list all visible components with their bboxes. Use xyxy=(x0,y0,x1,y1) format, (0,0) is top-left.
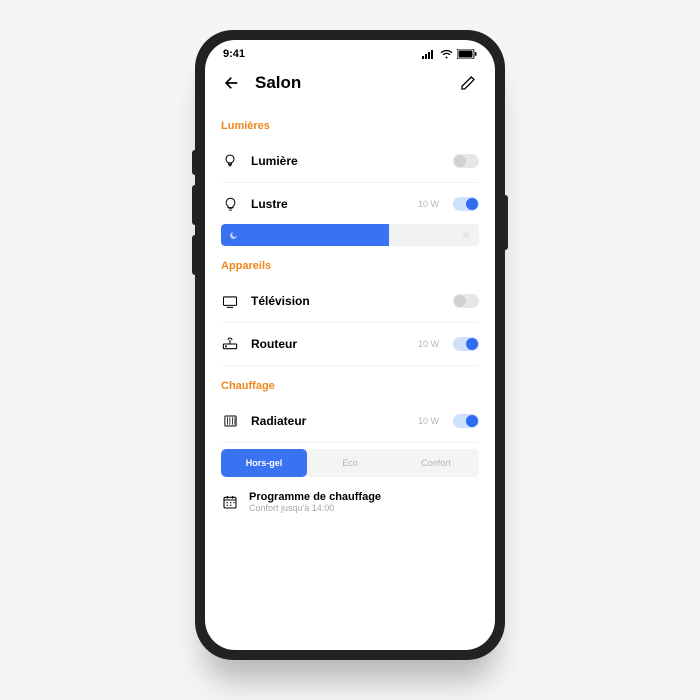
bulb-off-icon xyxy=(221,152,239,170)
mode-horsgel[interactable]: Hors-gel xyxy=(221,449,307,477)
power-label: 10 W xyxy=(418,416,439,426)
power-label: 10 W xyxy=(418,339,439,349)
back-button[interactable] xyxy=(221,72,243,94)
bulb-icon xyxy=(221,195,239,213)
device-label: Lustre xyxy=(251,197,406,211)
phone-side-button xyxy=(192,185,195,225)
tv-icon xyxy=(221,292,239,310)
heating-mode-segmented[interactable]: Hors-gel Eco Confort xyxy=(221,449,479,477)
toggle-radiateur[interactable] xyxy=(453,414,479,428)
arrow-left-icon xyxy=(223,74,241,92)
battery-icon xyxy=(457,49,477,59)
edit-button[interactable] xyxy=(457,72,479,94)
device-label: Lumière xyxy=(251,154,441,168)
toggle-lustre[interactable] xyxy=(453,197,479,211)
mode-eco[interactable]: Eco xyxy=(307,449,393,477)
screen: 9:41 Salon Lumières Lumièr xyxy=(205,40,495,650)
mode-confort[interactable]: Confort xyxy=(393,449,479,477)
sun-icon xyxy=(461,230,471,240)
program-subtitle: Confort jusqu'à 14:00 xyxy=(249,503,381,513)
toggle-television[interactable] xyxy=(453,294,479,308)
device-label: Radiateur xyxy=(251,414,406,428)
device-label: Routeur xyxy=(251,337,406,351)
section-label-lights: Lumières xyxy=(221,120,479,132)
heating-program-row[interactable]: Programme de chauffage Confort jusqu'à 1… xyxy=(221,489,479,519)
phone-side-button xyxy=(192,150,195,175)
section-label-devices: Appareils xyxy=(221,260,479,272)
page-title: Salon xyxy=(255,73,445,93)
device-label: Télévision xyxy=(251,294,441,308)
lock-icon xyxy=(468,340,476,348)
calendar-icon xyxy=(221,493,239,511)
power-label: 10 W xyxy=(418,199,439,209)
pencil-icon xyxy=(460,75,476,91)
radiator-icon xyxy=(221,412,239,430)
device-row-routeur[interactable]: Routeur 10 W xyxy=(221,323,479,366)
content[interactable]: Lumières Lumière Lustre 10 W xyxy=(205,102,495,650)
toggle-routeur[interactable] xyxy=(453,337,479,351)
slider-fill xyxy=(221,224,389,246)
device-row-lumiere[interactable]: Lumière xyxy=(221,140,479,183)
phone-frame: 9:41 Salon Lumières Lumièr xyxy=(195,30,505,660)
toggle-lumiere[interactable] xyxy=(453,154,479,168)
router-icon xyxy=(221,335,239,353)
device-row-television[interactable]: Télévision xyxy=(221,280,479,323)
phone-side-button xyxy=(192,235,195,275)
program-title: Programme de chauffage xyxy=(249,491,381,503)
wifi-icon xyxy=(440,50,453,59)
section-label-heating: Chauffage xyxy=(221,380,479,392)
status-time: 9:41 xyxy=(223,48,245,60)
phone-side-button xyxy=(505,195,508,250)
device-row-lustre[interactable]: Lustre 10 W xyxy=(221,183,479,226)
program-texts: Programme de chauffage Confort jusqu'à 1… xyxy=(249,491,381,513)
header: Salon xyxy=(205,68,495,102)
signal-icon xyxy=(422,50,436,59)
moon-icon xyxy=(229,231,238,240)
brightness-slider[interactable] xyxy=(221,224,479,246)
status-bar: 9:41 xyxy=(205,40,495,68)
device-row-radiateur[interactable]: Radiateur 10 W xyxy=(221,400,479,443)
status-right xyxy=(422,49,477,59)
